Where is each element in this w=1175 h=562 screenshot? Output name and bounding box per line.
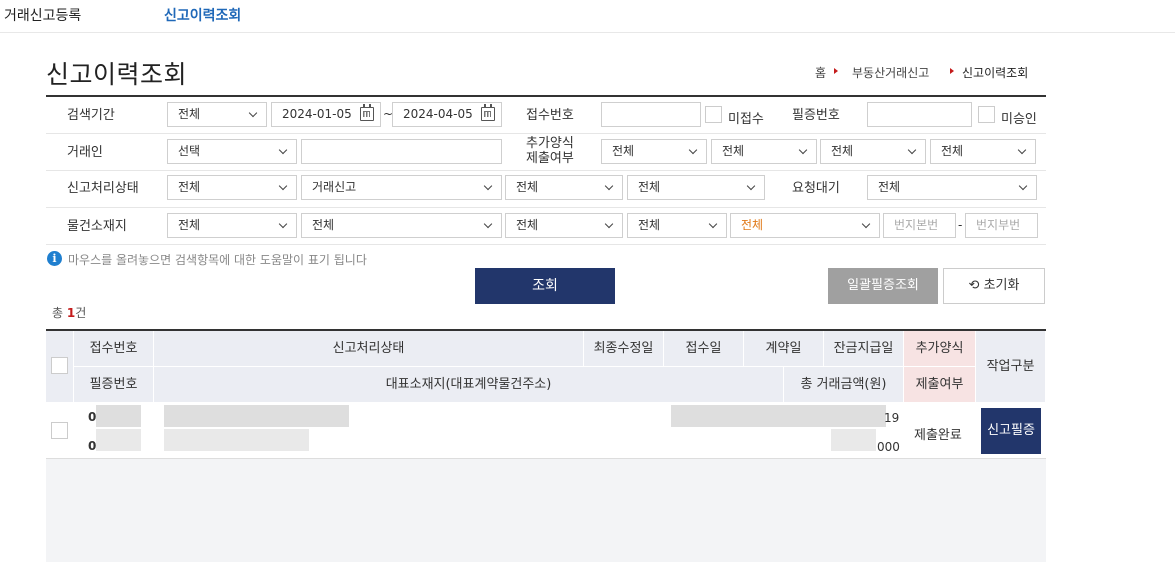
row-divider — [46, 207, 1046, 208]
unapproved-label: 미승인 — [1001, 112, 1037, 127]
nav-tab-trade-report[interactable]: 거래신고등록 — [4, 5, 81, 25]
lot-sub-input[interactable]: 번지부번 — [965, 213, 1038, 238]
redacted-block — [671, 405, 886, 427]
period-select[interactable]: 전체 — [167, 102, 267, 127]
request-wait-select[interactable]: 전체 — [867, 175, 1037, 200]
select-all-cell — [46, 331, 74, 403]
calendar-icon[interactable] — [481, 104, 495, 121]
bulk-cert-button[interactable]: 일괄필증조회 — [828, 268, 938, 304]
col-receipt-no: 접수번호 — [74, 331, 154, 367]
status-select-1[interactable]: 전체 — [167, 175, 297, 200]
col-add-form: 추가양식 — [904, 331, 976, 367]
add-form-select-1[interactable]: 전체 — [601, 139, 707, 164]
row-divider — [46, 170, 1046, 171]
table-row[interactable]: 0 0 19 000 제출완료 신고필증 — [46, 403, 1046, 459]
info-icon: i — [47, 251, 62, 266]
status-label: 신고처리상태 — [67, 181, 139, 196]
col-last-modified: 최종수정일 — [584, 331, 664, 367]
col-work-type: 작업구분 — [976, 331, 1046, 403]
receipt-no-input[interactable] — [601, 102, 701, 127]
location-dong-select[interactable]: 전체 — [505, 213, 623, 238]
reset-button[interactable]: ⟲ 초기화 — [943, 268, 1045, 304]
refresh-icon: ⟲ — [968, 278, 980, 293]
redacted-block — [96, 405, 141, 427]
lot-main-input[interactable]: 번지본번 — [883, 213, 956, 238]
add-form-label: 추가양식 제출여부 — [526, 136, 574, 166]
col-address: 대표소재지(대표계약물건주소) — [154, 367, 784, 403]
location-label: 물건소재지 — [67, 219, 127, 234]
row-balance-date-tail: 19 — [884, 411, 900, 425]
status-select-3[interactable]: 전체 — [505, 175, 623, 200]
col-status: 신고처리상태 — [154, 331, 584, 367]
cert-no-input[interactable] — [867, 102, 972, 127]
location-sido-select[interactable]: 전체 — [167, 213, 297, 238]
search-form-top-border — [46, 95, 1046, 97]
row-submission-status: 제출완료 — [914, 428, 962, 443]
unapproved-checkbox[interactable] — [978, 106, 995, 123]
breadcrumb-current: 신고이력조회 — [962, 66, 1029, 80]
date-from-input[interactable]: 2024-01-05 — [271, 102, 381, 127]
result-count: 총 1건 — [52, 306, 87, 320]
unreceived-checkbox[interactable] — [705, 106, 722, 123]
redacted-block — [164, 405, 349, 427]
col-contract-date: 계약일 — [744, 331, 824, 367]
top-nav: 거래신고등록 신고이력조회 — [0, 0, 1175, 33]
calendar-icon[interactable] — [360, 104, 374, 121]
unreceived-label: 미접수 — [728, 112, 764, 127]
lot-dash: - — [958, 218, 963, 232]
breadcrumb-home[interactable]: 홈 — [815, 64, 826, 81]
search-button[interactable]: 조회 — [475, 268, 615, 304]
redacted-block — [164, 429, 309, 451]
row-divider — [46, 133, 1046, 134]
breadcrumb-trade-report[interactable]: 부동산거래신고 — [852, 64, 929, 81]
status-select-4[interactable]: 전체 — [627, 175, 765, 200]
status-select-2[interactable]: 거래신고 — [301, 175, 502, 200]
col-submission: 제출여부 — [904, 367, 976, 403]
row-divider — [46, 244, 1046, 245]
col-total-amount: 총 거래금액(원) — [784, 367, 904, 403]
location-sigungu-select[interactable]: 전체 — [301, 213, 502, 238]
col-balance-date: 잔금지급일 — [824, 331, 904, 367]
party-select[interactable]: 선택 — [167, 139, 297, 164]
period-label: 검색기간 — [67, 108, 115, 123]
date-to-input[interactable]: 2024-04-05 — [392, 102, 502, 127]
row-checkbox[interactable] — [51, 422, 68, 439]
nav-tab-report-history[interactable]: 신고이력조회 — [164, 5, 241, 25]
redacted-block — [831, 429, 876, 451]
party-label: 거래인 — [67, 145, 103, 160]
page-title: 신고이력조회 — [46, 60, 188, 89]
add-form-select-3[interactable]: 전체 — [820, 139, 926, 164]
help-info-text: 마우스를 올려놓으면 검색항목에 대한 도움말이 표기 됩니다 — [68, 253, 367, 267]
row-amount-tail: 000 — [877, 440, 900, 454]
report-cert-button[interactable]: 신고필증 — [981, 408, 1041, 454]
redacted-block — [96, 429, 141, 451]
result-table: 접수번호 신고처리상태 최종수정일 접수일 계약일 잔금지급일 추가양식 작업구… — [46, 329, 1046, 562]
breadcrumb-arrow-icon — [950, 68, 954, 74]
cert-no-label: 필증번호 — [792, 108, 840, 123]
breadcrumb-arrow-icon — [834, 68, 838, 74]
col-receipt-date: 접수일 — [664, 331, 744, 367]
party-name-input[interactable] — [301, 139, 502, 164]
receipt-no-label: 접수번호 — [526, 108, 574, 123]
col-cert-no: 필증번호 — [74, 367, 154, 403]
location-type-select[interactable]: 전체 — [730, 213, 880, 238]
add-form-select-4[interactable]: 전체 — [930, 139, 1036, 164]
select-all-checkbox[interactable] — [51, 357, 68, 374]
location-ri-select[interactable]: 전체 — [627, 213, 727, 238]
request-wait-label: 요청대기 — [792, 181, 840, 196]
add-form-select-2[interactable]: 전체 — [711, 139, 817, 164]
